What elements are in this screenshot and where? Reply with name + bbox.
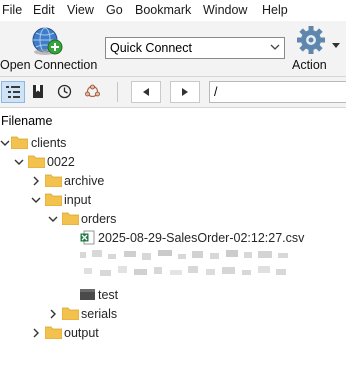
- path-value: /: [214, 85, 218, 99]
- filename-column-header[interactable]: Filename: [1, 114, 52, 128]
- gear-icon: [297, 26, 325, 54]
- path-field[interactable]: /: [209, 81, 346, 103]
- quick-connect-dropdown[interactable]: Quick Connect: [105, 37, 285, 59]
- forward-button[interactable]: [170, 81, 200, 103]
- open-connection-button[interactable]: Open Connection: [0, 23, 98, 75]
- menu-edit[interactable]: Edit: [33, 3, 55, 17]
- tab-bookmarks[interactable]: [27, 81, 51, 103]
- folder-icon: [45, 193, 62, 206]
- tree-row-0022[interactable]: 0022: [0, 153, 346, 172]
- chevron-right-icon[interactable]: [31, 176, 41, 186]
- folder-icon: [45, 174, 62, 187]
- chevron-down-icon: [270, 44, 280, 50]
- bonjour-icon: [85, 84, 100, 98]
- menu-file[interactable]: File: [2, 3, 22, 17]
- tree-row-label: 0022: [47, 155, 75, 169]
- tree-row-clients[interactable]: clients: [0, 134, 346, 153]
- menu-bookmark[interactable]: Bookmark: [135, 3, 191, 17]
- tree-view-icon: [6, 86, 20, 98]
- chevron-down-icon[interactable]: [14, 157, 24, 167]
- file-icon: [80, 289, 95, 300]
- tree-row-label: archive: [64, 174, 105, 188]
- open-connection-label: Open Connection: [0, 58, 98, 72]
- excel-file-icon: [80, 230, 95, 245]
- tree-row-orders[interactable]: orders: [0, 210, 346, 229]
- tree-row-label: orders: [81, 212, 117, 226]
- tree-row-label: input: [64, 193, 92, 207]
- back-button[interactable]: [131, 81, 161, 103]
- folder-icon: [11, 136, 28, 149]
- menu-go[interactable]: Go: [106, 3, 123, 17]
- chevron-down-icon[interactable]: [31, 195, 41, 205]
- redacted-area: [80, 250, 288, 276]
- chevron-right-icon[interactable]: [48, 309, 58, 319]
- globe-add-icon: [32, 27, 63, 55]
- tree-row-csv-file[interactable]: 2025-08-29-SalesOrder-02:12:27.csv: [0, 229, 346, 248]
- tree-row-label: test: [98, 288, 119, 302]
- tree-row-input[interactable]: input: [0, 191, 346, 210]
- folder-icon: [45, 326, 62, 339]
- back-arrow-icon: [143, 88, 149, 96]
- toolbar-divider: [117, 82, 118, 102]
- tree-row-label: output: [64, 326, 99, 340]
- tree-row-output[interactable]: output: [0, 324, 346, 343]
- tree-row-label: serials: [81, 307, 118, 321]
- bookmark-icon: [33, 85, 43, 98]
- folder-icon: [62, 212, 79, 225]
- clock-icon: [57, 84, 72, 99]
- quick-connect-value: Quick Connect: [110, 41, 192, 55]
- tree-row-serials[interactable]: serials: [0, 305, 346, 324]
- folder-icon: [28, 155, 45, 168]
- tree-row-label: 2025-08-29-SalesOrder-02:12:27.csv: [98, 231, 305, 245]
- chevron-right-icon[interactable]: [31, 328, 41, 338]
- tab-history[interactable]: [53, 81, 77, 103]
- menu-help[interactable]: Help: [262, 3, 288, 17]
- forward-arrow-icon: [182, 88, 188, 96]
- chevron-down-icon[interactable]: [48, 214, 58, 224]
- action-button[interactable]: Action: [288, 23, 344, 75]
- tree-row-archive[interactable]: archive: [0, 172, 346, 191]
- menu-view[interactable]: View: [67, 3, 94, 17]
- chevron-down-icon[interactable]: [0, 138, 10, 148]
- tree-row-test[interactable]: test: [0, 286, 346, 305]
- menu-window[interactable]: Window: [203, 3, 247, 17]
- tree-row-label: clients: [31, 136, 67, 150]
- menu-bar: File Edit View Go Bookmark Window Help: [0, 0, 346, 21]
- tab-browser[interactable]: [1, 81, 25, 103]
- action-label: Action: [292, 58, 327, 72]
- folder-icon: [62, 307, 79, 320]
- chevron-down-icon: [332, 43, 340, 48]
- tab-bonjour[interactable]: [81, 81, 105, 103]
